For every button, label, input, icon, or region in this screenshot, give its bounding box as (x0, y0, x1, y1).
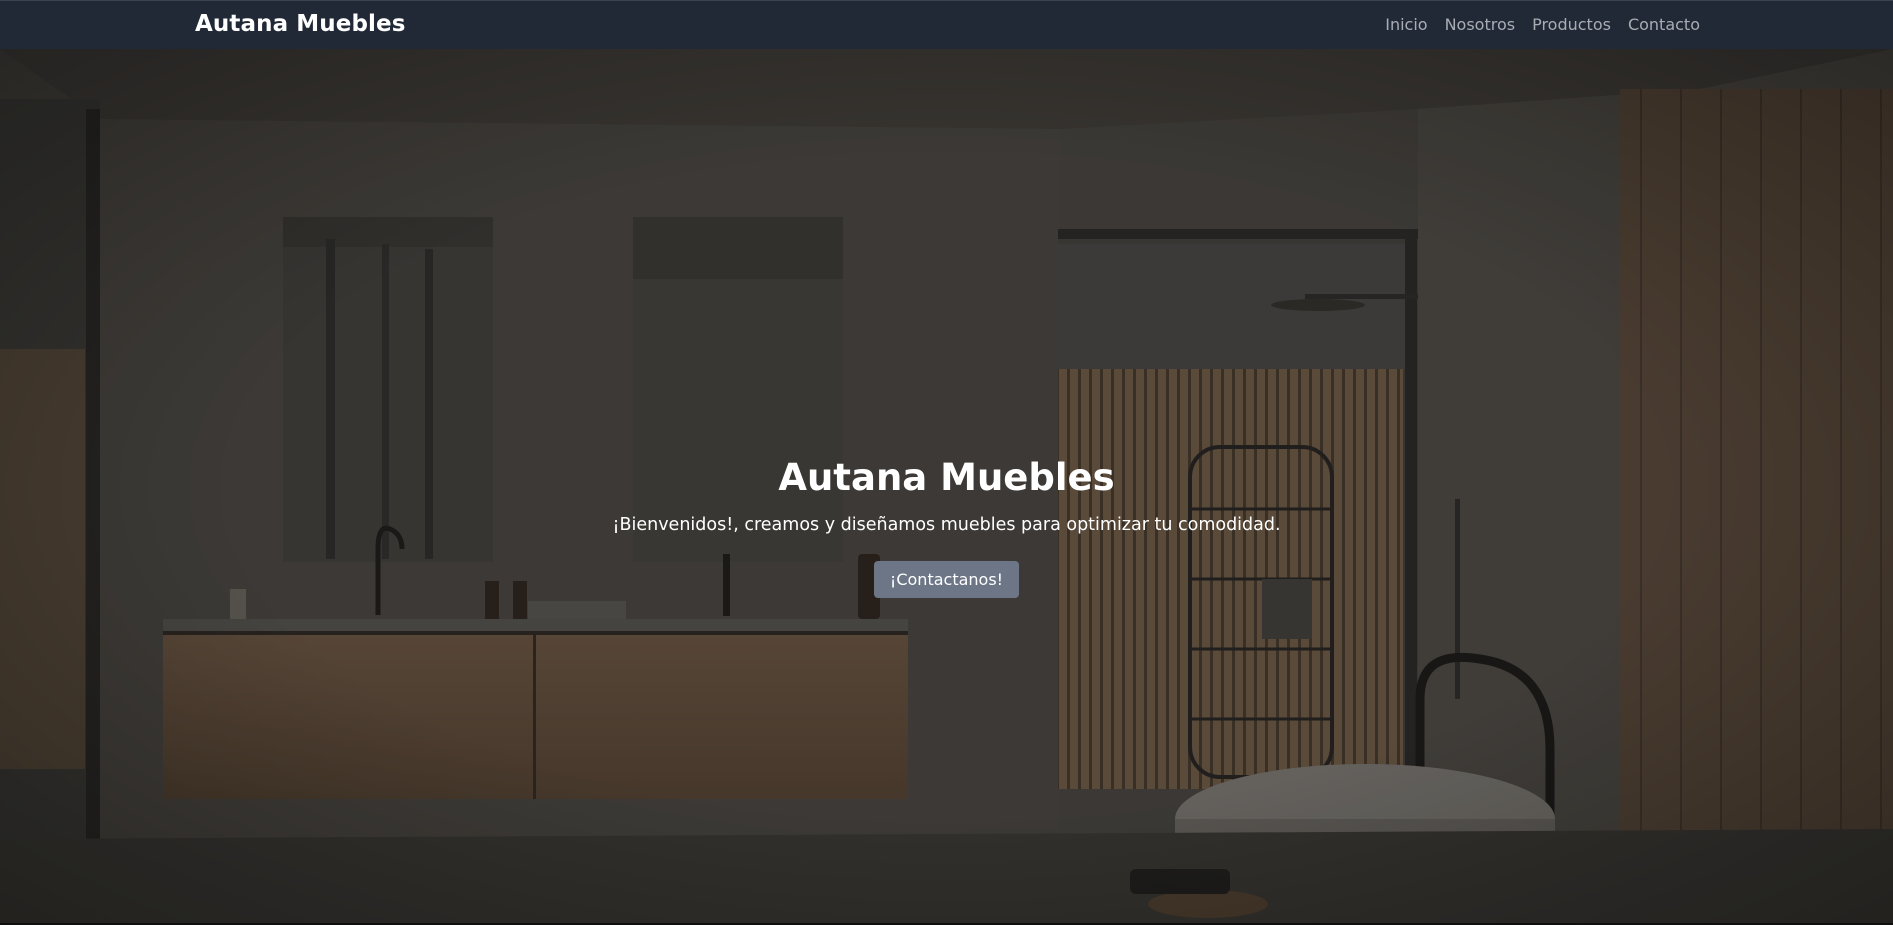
hero-title: Autana Muebles (778, 456, 1115, 499)
brand-link[interactable]: Autana Muebles (195, 11, 406, 37)
nav-link-contacto[interactable]: Contacto (1628, 15, 1700, 34)
nav-link-inicio[interactable]: Inicio (1385, 15, 1427, 34)
nav-menu: Inicio Nosotros Productos Contacto (1385, 15, 1700, 34)
contact-cta-button[interactable]: ¡Contactanos! (873, 561, 1020, 598)
nav-link-productos[interactable]: Productos (1532, 15, 1611, 34)
hero-subtitle: ¡Bienvenidos!, creamos y diseñamos muebl… (612, 515, 1281, 535)
nav-link-nosotros[interactable]: Nosotros (1445, 15, 1516, 34)
hero-section: Autana Muebles ¡Bienvenidos!, creamos y … (0, 49, 1893, 925)
hero-content: Autana Muebles ¡Bienvenidos!, creamos y … (0, 455, 1893, 598)
top-navbar: Autana Muebles Inicio Nosotros Productos… (0, 0, 1893, 49)
